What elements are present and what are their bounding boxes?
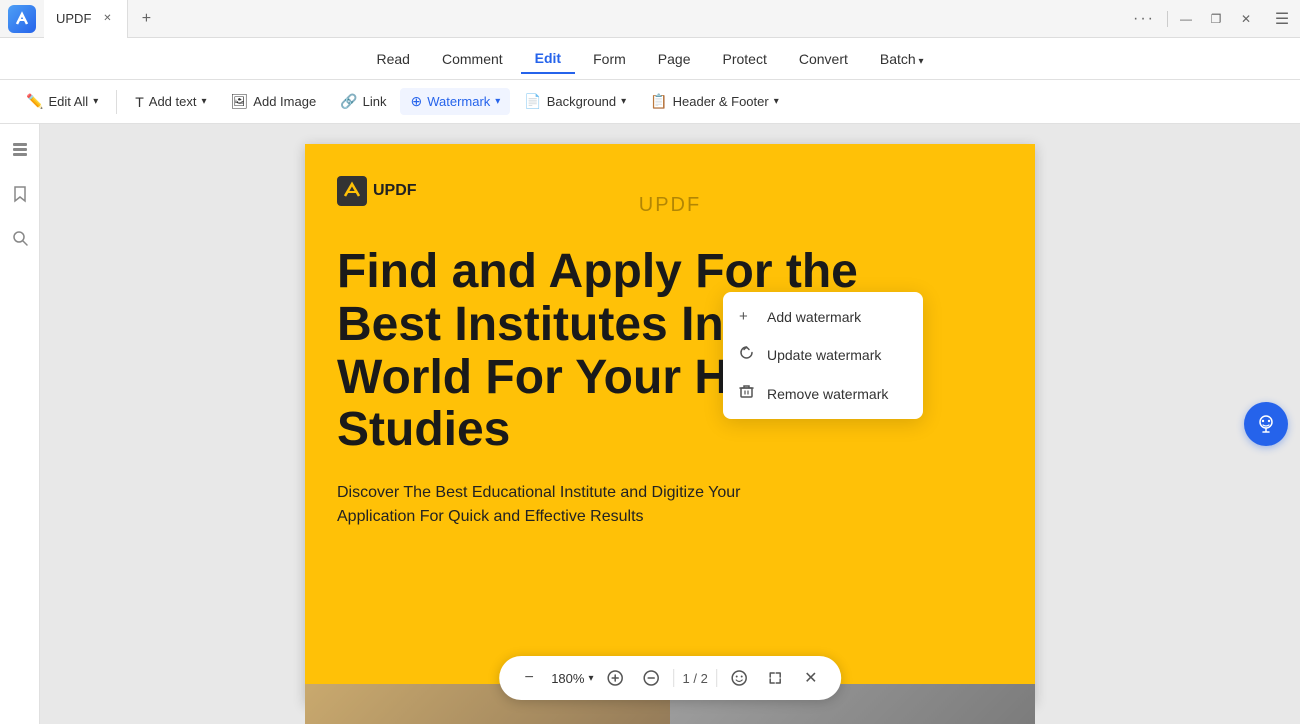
pdf-page: UPDF UPDF Find and Apply For the Best In… [305,144,1035,704]
sidebar-toggle-button[interactable]: ☰ [1268,5,1296,33]
remove-watermark-icon [739,384,757,403]
updf-logo: UPDF [337,176,417,206]
menu-page[interactable]: Page [644,45,705,73]
menu-convert[interactable]: Convert [785,45,862,73]
menu-form[interactable]: Form [579,45,640,73]
menu-bar: Read Comment Edit Form Page Protect Conv… [0,38,1300,80]
remove-watermark-item[interactable]: Remove watermark [723,374,923,413]
bottom-toolbar: − 180% ▾ 1 / 2 [499,656,841,700]
add-text-icon: T [135,94,144,110]
window-controls-divider [1167,11,1168,27]
zoom-out-button[interactable]: − [515,664,543,692]
add-text-button[interactable]: T Add text ▾ [125,89,216,115]
minimize-button[interactable]: — [1172,5,1200,33]
update-watermark-icon [739,345,757,364]
fit-page-button[interactable] [637,664,665,692]
toolbar-separator-bottom [673,669,674,687]
sidebar-bookmarks-icon[interactable] [6,180,34,208]
toolbar: ✏️ Edit All ▾ T Add text ▾ 🖼 Add Image 🔗… [0,80,1300,124]
content-area: UPDF UPDF Find and Apply For the Best In… [40,124,1300,724]
expand-button[interactable] [761,664,789,692]
add-image-button[interactable]: 🖼 Add Image [221,88,327,115]
active-tab[interactable]: UPDF ✕ [44,0,128,38]
header-footer-button[interactable]: 📋 Header & Footer ▾ [640,88,789,115]
add-watermark-item[interactable]: + Add watermark [723,298,923,335]
title-bar: UPDF ✕ + ··· — ❐ ✕ ☰ [0,0,1300,38]
main-area: UPDF UPDF Find and Apply For the Best In… [0,124,1300,724]
updf-brand-text: UPDF [373,182,417,200]
app-icon [8,5,36,33]
link-icon: 🔗 [340,93,357,110]
update-watermark-item[interactable]: Update watermark [723,335,923,374]
menu-comment[interactable]: Comment [428,45,517,73]
watermark-dropdown: + Add watermark Update watermark [723,292,923,419]
link-button[interactable]: 🔗 Link [330,88,396,115]
background-icon: 📄 [524,93,541,110]
tab-title: UPDF [56,11,91,26]
zoom-level-display: 180% ▾ [551,671,593,686]
more-options-button[interactable]: ··· [1125,10,1163,28]
smiley-button[interactable] [725,664,753,692]
watermark-icon: ⊕ [410,93,422,110]
new-tab-button[interactable]: + [132,5,160,33]
menu-read[interactable]: Read [363,45,424,73]
close-button[interactable]: ✕ [1232,5,1260,33]
close-toolbar-button[interactable]: ✕ [797,664,825,692]
sidebar-pages-icon[interactable] [6,136,34,164]
toolbar-separator-1 [116,90,117,114]
add-image-icon: 🖼 [231,93,249,110]
sidebar [0,124,40,724]
zoom-dropdown-icon[interactable]: ▾ [588,673,593,684]
menu-batch[interactable]: Batch [866,45,938,73]
add-watermark-icon: + [739,308,757,325]
pdf-content: UPDF UPDF Find and Apply For the Best In… [305,144,1035,684]
toolbar-separator-bottom-2 [716,669,717,687]
page-info: 1 / 2 [682,671,707,686]
watermark-center: UPDF [639,194,701,217]
header-footer-icon: 📋 [650,93,667,110]
watermark-button[interactable]: ⊕ Watermark ▾ [400,88,510,115]
edit-all-icon: ✏️ [26,93,43,110]
edit-all-button[interactable]: ✏️ Edit All ▾ [16,88,108,115]
pdf-subtitle: Discover The Best Educational Institute … [337,481,817,529]
menu-edit[interactable]: Edit [521,44,575,74]
zoom-in-button[interactable] [601,664,629,692]
tab-close-button[interactable]: ✕ [99,11,115,27]
ai-assistant-button[interactable] [1244,402,1288,446]
sidebar-search-icon[interactable] [6,224,34,252]
maximize-button[interactable]: ❐ [1202,5,1230,33]
background-button[interactable]: 📄 Background ▾ [514,88,636,115]
window-controls: — ❐ ✕ [1172,5,1260,33]
menu-protect[interactable]: Protect [708,45,780,73]
